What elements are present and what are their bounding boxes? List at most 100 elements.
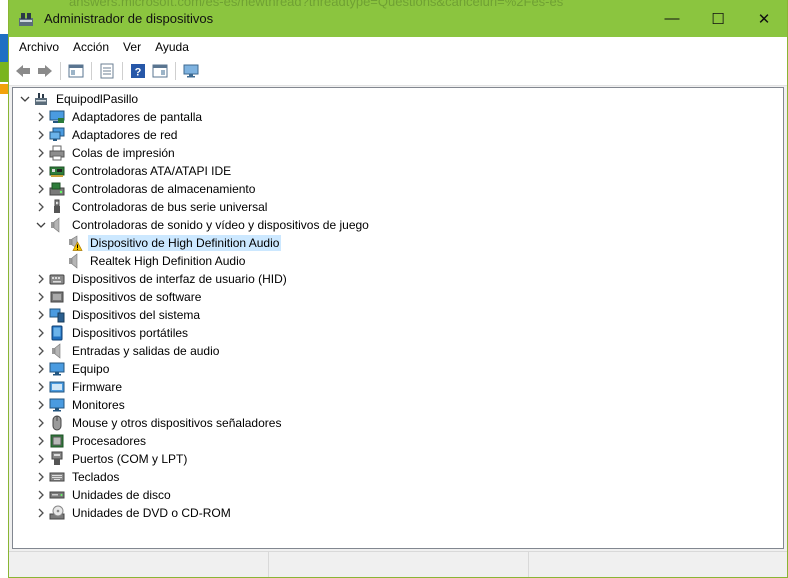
chevron-down-icon[interactable] <box>33 216 49 234</box>
chevron-right-icon[interactable] <box>33 396 49 414</box>
tree-item-firmware[interactable]: Firmware <box>33 378 124 396</box>
chevron-right-icon[interactable] <box>33 288 49 306</box>
chevron-right-icon[interactable] <box>33 378 49 396</box>
tree-item-adaptadores-de-red[interactable]: Adaptadores de red <box>33 126 179 144</box>
background-browser-accent <box>0 84 8 94</box>
tree-item-unidades-de-disco[interactable]: Unidades de disco <box>33 486 173 504</box>
tree-item-monitores[interactable]: Monitores <box>33 396 127 414</box>
chevron-right-icon[interactable] <box>33 180 49 198</box>
processor-icon <box>49 433 65 449</box>
tree-item-dispositivos-del-sistema[interactable]: Dispositivos del sistema <box>33 306 202 324</box>
view-button[interactable] <box>149 60 171 82</box>
svg-text:?: ? <box>135 67 142 79</box>
tree-item-procesadores[interactable]: Procesadores <box>33 432 148 450</box>
tree-item-label: Teclados <box>72 470 120 484</box>
tree-item-label: Adaptadores de pantalla <box>72 110 203 124</box>
scan-hardware-button[interactable] <box>180 60 202 82</box>
tree-item-label: Dispositivo de High Definition Audio <box>88 235 282 251</box>
show-hide-console-tree-button[interactable] <box>65 60 87 82</box>
device-manager-icon <box>17 10 35 28</box>
status-pane <box>9 552 269 577</box>
tree-item-dispositivos-portatiles[interactable]: Dispositivos portátiles <box>33 324 190 342</box>
tree-item-controladoras-de-sonido-y-video-y-dispositivos-de-juego[interactable]: Controladoras de sonido y vídeo y dispos… <box>33 216 371 234</box>
tree-item-dispositivo-de-high-definition-audio[interactable]: Dispositivo de High Definition Audio <box>51 234 282 252</box>
maximize-button[interactable]: ☐ <box>695 0 741 37</box>
tree-item-label: Monitores <box>72 398 125 412</box>
tree-item-teclados[interactable]: Teclados <box>33 468 121 486</box>
properties-icon <box>100 63 114 79</box>
help-button[interactable]: ? <box>127 60 149 82</box>
forward-button[interactable] <box>34 60 56 82</box>
usb-icon <box>49 199 65 215</box>
chevron-right-icon[interactable] <box>33 324 49 342</box>
tree-item-label: Dispositivos de interfaz de usuario (HID… <box>72 272 287 286</box>
tree-item-colas-de-impresion[interactable]: Colas de impresión <box>33 144 177 162</box>
view-window-icon <box>152 64 168 78</box>
display-adapter-icon <box>49 109 65 125</box>
tree-item-controladoras-ata-atapi-ide[interactable]: Controladoras ATA/ATAPI IDE <box>33 162 233 180</box>
tree-item-controladoras-de-almacenamiento[interactable]: Controladoras de almacenamiento <box>33 180 257 198</box>
warning-speaker-icon <box>67 235 83 251</box>
toolbar-separator <box>91 62 92 80</box>
tree-root[interactable]: EquipodlPasillo <box>17 90 140 108</box>
menu-ayuda[interactable]: Ayuda <box>148 40 196 54</box>
menu-archivo[interactable]: Archivo <box>12 40 66 54</box>
dvd-drive-icon <box>49 505 65 521</box>
tree-item-label: Unidades de DVD o CD-ROM <box>72 506 231 520</box>
status-bar <box>9 551 787 577</box>
hid-icon <box>49 271 65 287</box>
keyboard-icon <box>49 469 65 485</box>
back-button[interactable] <box>12 60 34 82</box>
tree-item-puertos-com-y-lpt[interactable]: Puertos (COM y LPT) <box>33 450 189 468</box>
chevron-right-icon[interactable] <box>33 432 49 450</box>
title-bar[interactable]: answers.microsoft.com/es-es/newthread?th… <box>9 0 787 37</box>
disk-drive-icon <box>49 487 65 503</box>
chevron-right-icon[interactable] <box>33 414 49 432</box>
chevron-right-icon[interactable] <box>33 342 49 360</box>
tree-item-label: Controladoras de almacenamiento <box>72 182 256 196</box>
chevron-right-icon[interactable] <box>33 306 49 324</box>
root-label: EquipodlPasillo <box>56 92 139 106</box>
tree-item-label: Colas de impresión <box>72 146 175 160</box>
tree-item-dispositivos-de-software[interactable]: Dispositivos de software <box>33 288 203 306</box>
chevron-right-icon[interactable] <box>33 450 49 468</box>
tree-item-unidades-de-dvd-o-cd-rom[interactable]: Unidades de DVD o CD-ROM <box>33 504 233 522</box>
tree-item-entradas-y-salidas-de-audio[interactable]: Entradas y salidas de audio <box>33 342 221 360</box>
chevron-right-icon[interactable] <box>33 108 49 126</box>
tree-item-realtek-high-definition-audio[interactable]: Realtek High Definition Audio <box>51 252 247 270</box>
chevron-right-icon[interactable] <box>33 198 49 216</box>
chevron-right-icon[interactable] <box>33 486 49 504</box>
tree-item-label: Puertos (COM y LPT) <box>72 452 188 466</box>
tree-item-equipo[interactable]: Equipo <box>33 360 111 378</box>
menu-ver[interactable]: Ver <box>116 40 148 54</box>
chevron-right-icon[interactable] <box>33 468 49 486</box>
system-device-icon <box>49 307 65 323</box>
chevron-right-icon[interactable] <box>33 126 49 144</box>
chevron-right-icon[interactable] <box>33 504 49 522</box>
forward-arrow-icon <box>38 65 52 77</box>
chevron-right-icon[interactable] <box>33 144 49 162</box>
window-title: Administrador de dispositivos <box>44 11 214 26</box>
chevron-right-icon[interactable] <box>33 162 49 180</box>
audio-io-icon <box>49 343 65 359</box>
minimize-button[interactable]: — <box>649 0 695 37</box>
properties-button[interactable] <box>96 60 118 82</box>
menu-accion[interactable]: Acción <box>66 40 116 54</box>
tree-item-dispositivos-de-interfaz-de-usuario-hid[interactable]: Dispositivos de interfaz de usuario (HID… <box>33 270 289 288</box>
chevron-right-icon[interactable] <box>33 360 49 378</box>
close-button[interactable]: ✕ <box>741 0 787 37</box>
device-manager-window: answers.microsoft.com/es-es/newthread?th… <box>8 0 788 578</box>
chevron-right-icon[interactable] <box>33 270 49 288</box>
toolbar: ? <box>9 57 787 86</box>
tree-item-label: Adaptadores de red <box>72 128 178 142</box>
tree-item-label: Dispositivos portátiles <box>72 326 189 340</box>
background-browser-accent <box>0 34 8 62</box>
chevron-down-icon[interactable] <box>17 90 33 108</box>
mouse-icon <box>49 415 65 431</box>
storage-controller-icon <box>49 181 65 197</box>
tree-item-controladoras-de-bus-serie-universal[interactable]: Controladoras de bus serie universal <box>33 198 269 216</box>
menu-bar: Archivo Acción Ver Ayuda <box>9 37 787 57</box>
tree-item-mouse-y-otros-dispositivos-senaladores[interactable]: Mouse y otros dispositivos señaladores <box>33 414 283 432</box>
tree-item-adaptadores-de-pantalla[interactable]: Adaptadores de pantalla <box>33 108 204 126</box>
